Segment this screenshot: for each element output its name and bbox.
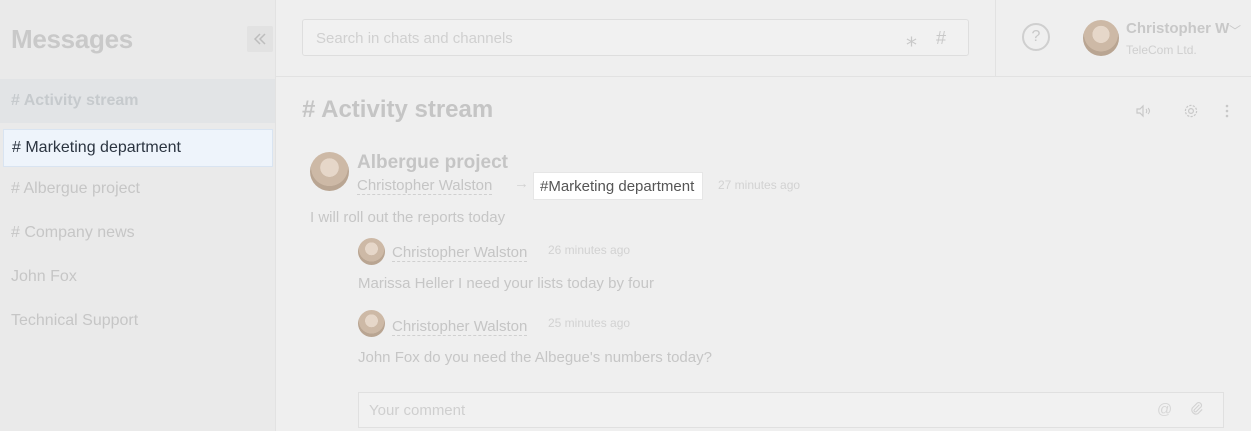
sidebar-header: Messages [0, 0, 275, 78]
chevron-down-icon[interactable]: ﹀ [1229, 22, 1241, 39]
avatar[interactable] [358, 238, 385, 265]
search-placeholder: Search in chats and channels [316, 30, 513, 47]
comment-timestamp: 25 minutes ago [548, 316, 631, 330]
paperclip-icon[interactable] [1189, 401, 1204, 420]
question-circle-icon[interactable]: ? [1022, 23, 1050, 51]
avatar[interactable] [358, 310, 385, 337]
avatar[interactable] [1083, 20, 1119, 56]
top-bar: Search in chats and channels ⁎ # ? Chris… [276, 0, 1251, 77]
search-input[interactable]: Search in chats and channels ⁎ # [302, 19, 969, 56]
comment-input[interactable]: Your comment @ [358, 392, 1224, 428]
sidebar: Messages # Activity stream # Marketing d… [0, 0, 276, 431]
page-title: # Activity stream [302, 96, 494, 123]
post-text: I will roll out the reports today [310, 209, 506, 226]
double-chevron-left-icon [253, 33, 266, 45]
sidebar-item-marketing-department[interactable]: # Marketing department [3, 129, 273, 167]
sidebar-item-technical-support[interactable]: Technical Support [0, 299, 275, 343]
comment-timestamp: 26 minutes ago [548, 243, 631, 257]
post-author-link[interactable]: Christopher Walston [357, 177, 493, 195]
avatar[interactable] [310, 152, 349, 191]
user-name[interactable]: Christopher W [1126, 20, 1229, 37]
divider [995, 0, 996, 76]
user-company: TeleCom Ltd. [1126, 43, 1197, 57]
post-title[interactable]: Albergue project [357, 152, 508, 174]
comment-text: John Fox do you need the Albegue's numbe… [358, 349, 712, 366]
channel-list: # Activity stream # Marketing department… [0, 79, 275, 343]
asterisk-icon[interactable]: ⁎ [906, 26, 917, 52]
post-timestamp: 27 minutes ago [718, 178, 801, 192]
sidebar-title: Messages [11, 24, 133, 54]
comment-author-link[interactable]: Christopher Walston [392, 244, 528, 262]
collapse-sidebar-button[interactable] [247, 26, 273, 52]
comment-text: Marissa Heller I need your lists today b… [358, 275, 654, 292]
arrow-right-icon: → [514, 175, 529, 192]
sidebar-item-company-news[interactable]: # Company news [0, 211, 275, 255]
at-icon[interactable]: @ [1157, 401, 1172, 418]
main-content: # Activity stream Albergue project Chris… [276, 78, 1251, 431]
post-channel-tag[interactable]: #Marketing department [533, 172, 704, 200]
sidebar-item-albergue-project[interactable]: # Albergue project [0, 167, 275, 211]
kebab-icon[interactable] [1218, 102, 1236, 120]
gear-icon[interactable] [1182, 102, 1200, 120]
comment-author-link[interactable]: Christopher Walston [392, 318, 528, 336]
comment-placeholder: Your comment [369, 402, 466, 419]
hashtag-icon[interactable]: # [936, 28, 946, 49]
speaker-icon[interactable] [1134, 102, 1152, 120]
sidebar-item-john-fox[interactable]: John Fox [0, 255, 275, 299]
sidebar-item-activity-stream[interactable]: # Activity stream [0, 79, 275, 123]
